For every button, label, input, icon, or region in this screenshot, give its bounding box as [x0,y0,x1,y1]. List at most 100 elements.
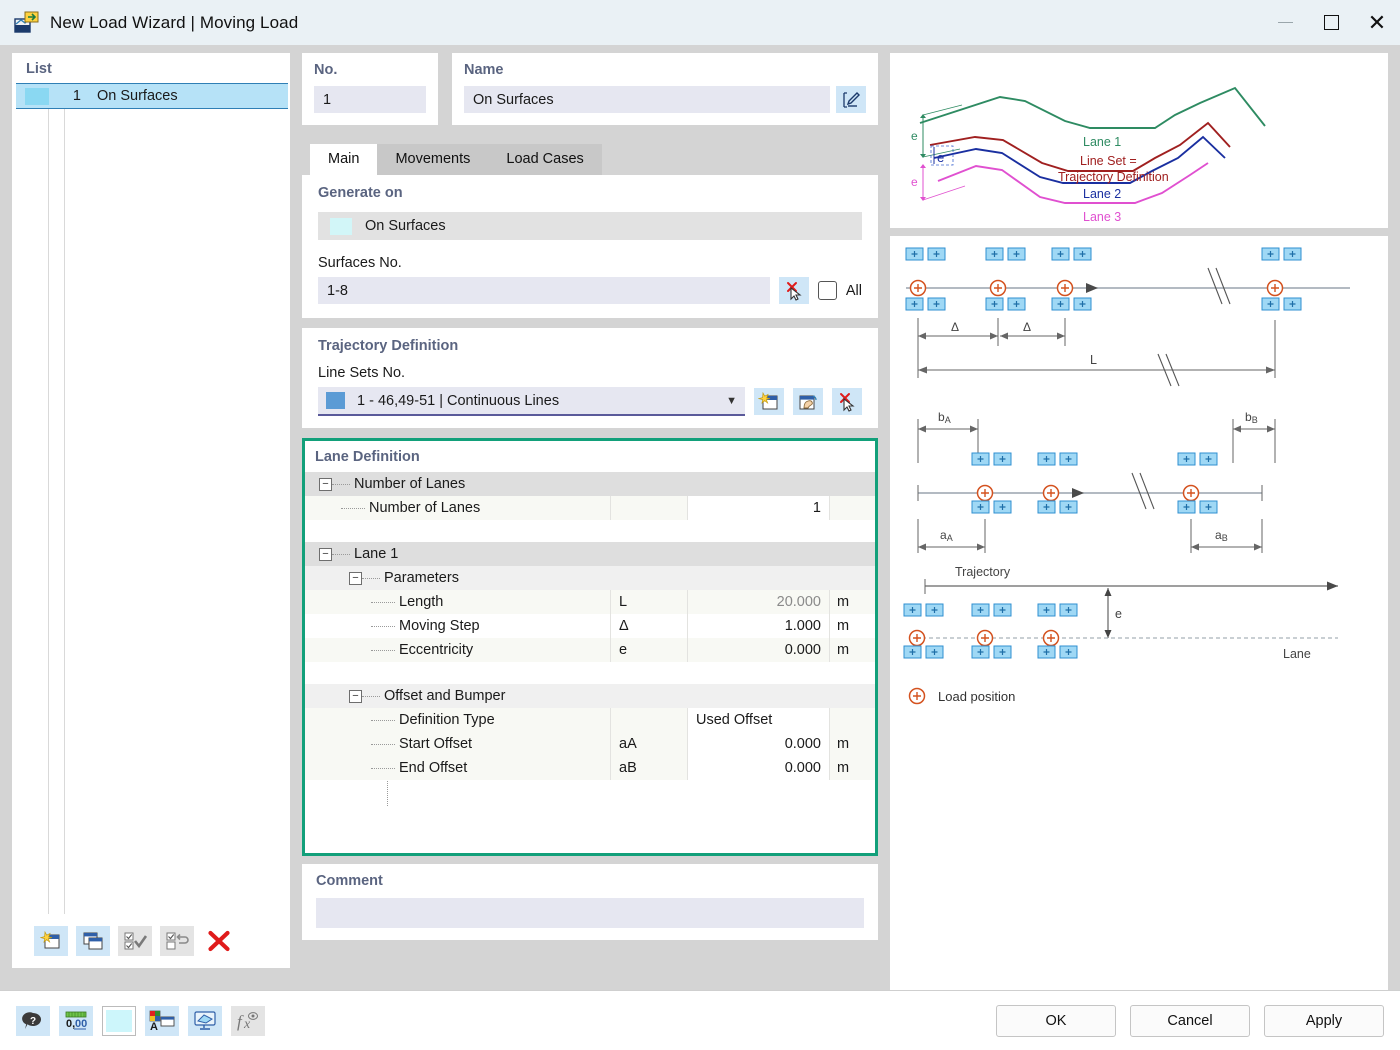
row-value[interactable]: Used Offset [687,708,829,732]
surfaces-no-input[interactable]: 1-8 [318,277,770,304]
line-sets-combobox[interactable]: 1 - 46,49-51 | Continuous Lines ▼ [318,387,745,416]
list-item-swatch [25,87,49,105]
footer-tools: ? 0, 00 A f x [16,1005,265,1036]
tree-group-lane-1[interactable]: − Lane 1 [305,542,875,566]
svg-text:x: x [243,1017,251,1032]
list-item[interactable]: 1 On Surfaces [16,83,288,109]
no-field-card: No. 1 [302,53,438,125]
identity-fields: No. 1 Name On Surfaces [302,53,878,125]
bB-label: bB [1245,410,1258,425]
list-panel-title: List [26,61,52,77]
lane-definition-panel: Lane Definition − Number of Lanes Number… [302,438,878,856]
name-edit-button[interactable] [836,86,866,113]
row-value[interactable]: 0.000 [687,732,829,756]
table-row[interactable]: Eccentricity e 0.000 m [305,638,875,662]
apply-button[interactable]: Apply [1264,1004,1384,1037]
name-label: Name [464,62,504,78]
list-table: 1 On Surfaces [16,83,288,914]
table-row[interactable]: Definition Type Used Offset [305,708,875,732]
ok-button[interactable]: OK [996,1004,1116,1037]
row-symbol [610,708,687,732]
cancel-button[interactable]: Cancel [1130,1004,1250,1037]
tab-movements[interactable]: Movements [377,144,489,175]
minimize-button[interactable] [1262,0,1308,45]
tree-subgroup-parameters[interactable]: − Parameters [305,566,875,590]
new-item-button[interactable] [34,926,68,956]
new-load-wizard-window: New Load Wizard | Moving Load ✕ List 1 O… [0,0,1400,1050]
no-input[interactable]: 1 [314,86,426,113]
length-label: L [1090,353,1097,367]
surfaces-all-checkbox[interactable] [817,281,837,300]
table-row[interactable]: End Offset aB 0.000 m [305,756,875,780]
row-value[interactable]: 0.000 [687,638,829,662]
color-button[interactable] [102,1005,136,1036]
lane-definition-title: Lane Definition [315,449,420,465]
line-sets-value: 1 - 46,49-51 | Continuous Lines [357,392,560,409]
pick-cursor-icon [786,281,802,301]
tree-subgroup-label: Parameters [384,570,459,586]
row-symbol: e [610,638,687,662]
tree-group-label: Number of Lanes [354,476,466,492]
expander-icon[interactable]: − [349,689,362,703]
tree-spacer [305,662,875,684]
center-column: No. 1 Name On Surfaces Main Movements Lo… [302,53,878,990]
delete-item-button[interactable] [202,926,236,956]
eccentricity-label: e [1115,607,1122,621]
edit-line-set-button[interactable] [793,388,823,415]
table-row[interactable]: Moving Step Δ 1.000 m [305,614,875,638]
list-column-divider-2 [64,83,65,914]
comment-input[interactable] [316,898,864,928]
visibility-button[interactable] [188,1005,222,1036]
expander-icon[interactable]: − [319,477,332,491]
table-row[interactable]: Start Offset aA 0.000 m [305,732,875,756]
name-field-card: Name On Surfaces [452,53,878,125]
bA-label: bA [938,410,951,425]
svg-text:A: A [150,1021,158,1032]
list-panel: List 1 On Surfaces [12,53,290,968]
lane-definition-tree: − Number of Lanes Number of Lanes 1 − La… [305,472,875,806]
palette-window-icon: A [149,1010,175,1032]
row-unit: m [829,614,865,638]
surfaces-pick-button[interactable] [778,277,809,304]
row-unit: m [829,732,865,756]
formula-button[interactable]: f x [231,1005,265,1036]
tab-main[interactable]: Main [310,144,378,175]
generate-on-title: Generate on [318,185,403,201]
tree-spacer [305,520,875,542]
expander-icon[interactable]: − [349,571,362,585]
row-value[interactable]: 1.000 [687,614,829,638]
comment-title: Comment [316,873,383,889]
row-unit: m [829,756,865,780]
generate-on-target: On Surfaces [318,212,862,240]
help-button[interactable]: ? [16,1005,50,1036]
eccentricity-label-green: e [911,129,918,143]
row-value[interactable]: 1 [687,496,829,520]
expander-icon[interactable]: − [319,547,332,561]
tree-group-number-of-lanes[interactable]: − Number of Lanes [305,472,875,496]
decimal-places-button[interactable]: 0, 00 [59,1005,93,1036]
pick-line-set-button[interactable] [832,388,862,415]
tree-subgroup-offset-and-bumper[interactable]: − Offset and Bumper [305,684,875,708]
row-value[interactable]: 0.000 [687,756,829,780]
color-swatch-icon [106,1009,132,1032]
select-all-button[interactable] [118,926,152,956]
maximize-button[interactable] [1308,0,1354,45]
line-set-label-2: Trajectory Definition [1058,170,1169,184]
tab-load-cases[interactable]: Load Cases [488,144,602,175]
new-window-icon [40,931,60,949]
display-properties-button[interactable]: A [145,1005,179,1036]
row-label: End Offset [399,760,468,776]
row-label: Moving Step [399,618,480,634]
svg-text:?: ? [30,1016,36,1027]
new-line-set-button[interactable] [754,388,784,415]
load-arrangement-diagram: Δ Δ L bA bB aA aB Trajectory e Lane Load… [903,247,1350,705]
dialog-body: List 1 On Surfaces No. 1 Name On Surface… [0,45,1400,990]
close-button[interactable]: ✕ [1354,0,1400,45]
invert-selection-button[interactable] [160,926,194,956]
copy-item-button[interactable] [76,926,110,956]
generate-on-swatch [330,217,352,235]
table-row[interactable]: Length L 20.000 m [305,590,875,614]
table-row[interactable]: Number of Lanes 1 [305,496,875,520]
trajectory-label: Trajectory [955,565,1011,579]
name-input[interactable]: On Surfaces [464,86,830,113]
